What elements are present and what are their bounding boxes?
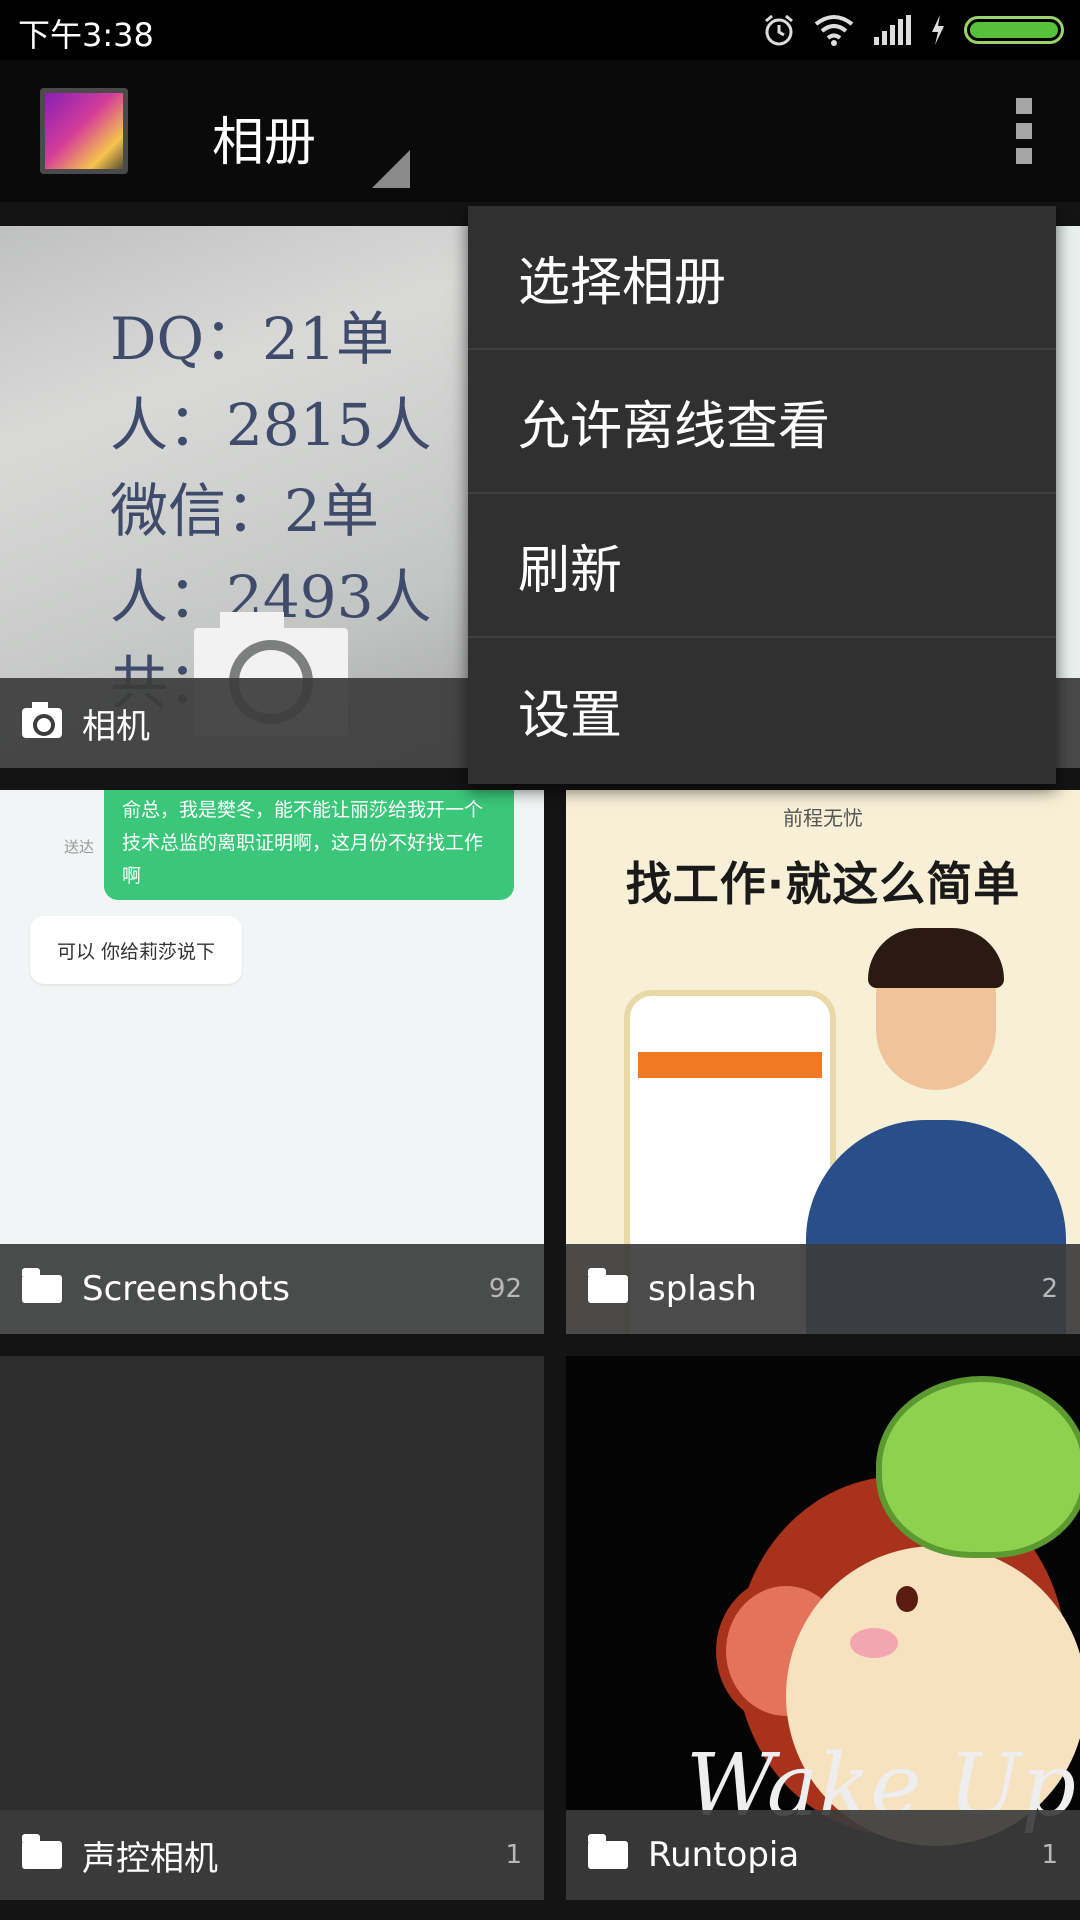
menu-item-refresh[interactable]: 刷新 bbox=[468, 494, 1056, 638]
menu-item-settings[interactable]: 设置 bbox=[468, 638, 1056, 782]
overflow-popup-menu: 选择相册 允许离线查看 刷新 设置 bbox=[468, 206, 1056, 784]
status-bar: 下午3:38 bbox=[0, 0, 1080, 60]
folder-icon bbox=[588, 1834, 628, 1869]
album-name: Screenshots bbox=[82, 1269, 291, 1309]
action-bar: 相册 bbox=[0, 60, 1080, 202]
album-count: 1 bbox=[1041, 1840, 1058, 1870]
album-count: 2 bbox=[1041, 1274, 1058, 1304]
folder-icon bbox=[22, 1268, 62, 1303]
album-count: 92 bbox=[488, 1274, 522, 1304]
status-time: 下午3:38 bbox=[18, 16, 154, 54]
album-label: Runtopia 1 bbox=[566, 1810, 1080, 1900]
album-count: 1 bbox=[505, 1840, 522, 1870]
album-label: 相机 bbox=[0, 678, 544, 768]
album-tile-camera[interactable]: DQ：21单 人：2815人 微信：2单 人：2493人 共：5单 相机 bbox=[0, 226, 544, 768]
overflow-menu-icon[interactable] bbox=[1016, 98, 1034, 164]
album-name: splash bbox=[648, 1269, 757, 1309]
charging-icon bbox=[932, 15, 944, 45]
album-label: Screenshots 92 bbox=[0, 1244, 544, 1334]
album-name: 相机 bbox=[82, 706, 150, 747]
album-tile-screenshots[interactable]: 送达 俞总，我是樊冬，能不能让丽莎给我开一个技术总监的离职证明啊，这月份不好找工… bbox=[0, 790, 544, 1334]
gallery-app-icon[interactable] bbox=[40, 88, 128, 174]
folder-icon bbox=[588, 1268, 628, 1303]
album-tile-runtopia[interactable]: Wake Up Runtopia 1 bbox=[566, 1356, 1080, 1900]
dropdown-triangle-icon bbox=[372, 150, 410, 188]
status-icons bbox=[762, 10, 1064, 50]
album-label: 声控相机 1 bbox=[0, 1810, 544, 1900]
album-tile-voice-camera[interactable]: 声控相机 1 bbox=[0, 1356, 544, 1900]
battery-icon bbox=[964, 16, 1064, 44]
signal-icon bbox=[874, 15, 911, 45]
album-tile-splash[interactable]: 前程无忧 找工作·就这么简单 splash 2 bbox=[566, 790, 1080, 1334]
alarm-icon bbox=[765, 14, 793, 46]
folder-icon bbox=[22, 1834, 62, 1869]
camera-icon bbox=[22, 702, 62, 738]
album-name: Runtopia bbox=[648, 1835, 800, 1875]
wifi-icon bbox=[814, 15, 854, 46]
menu-item-select-album[interactable]: 选择相册 bbox=[468, 206, 1056, 350]
album-label: splash 2 bbox=[566, 1244, 1080, 1334]
menu-item-make-available-offline[interactable]: 允许离线查看 bbox=[468, 350, 1056, 494]
page-title: 相册 bbox=[212, 113, 317, 173]
album-name: 声控相机 bbox=[82, 1838, 218, 1879]
